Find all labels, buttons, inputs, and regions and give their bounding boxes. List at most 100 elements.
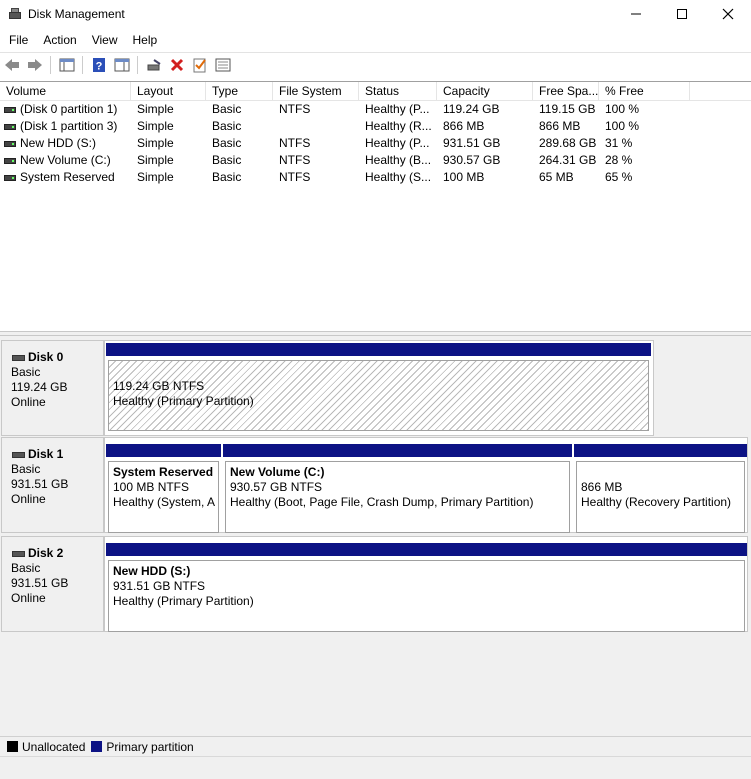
free-space-cell: 264.31 GB [539, 153, 597, 167]
volume-name: New HDD (S:) [20, 136, 97, 150]
free-space-cell: 866 MB [539, 119, 581, 133]
percent-free-cell: 28 % [605, 153, 633, 167]
column-header-capacity[interactable]: Capacity [437, 82, 533, 100]
partition-status: Healthy (Primary Partition) [113, 394, 254, 408]
type-cell: Basic [212, 136, 242, 150]
type-cell: Basic [212, 119, 242, 133]
percent-free-cell: 100 % [605, 102, 640, 116]
help-icon: ? [93, 58, 105, 73]
file-system-cell: NTFS [279, 102, 311, 116]
svg-text:?: ? [96, 61, 103, 73]
capacity-cell: 866 MB [443, 119, 485, 133]
properties-button[interactable] [189, 54, 211, 76]
menu-view[interactable]: View [83, 33, 124, 47]
menu-help[interactable]: Help [124, 33, 164, 47]
column-header-free-space[interactable]: Free Spa... [533, 82, 599, 100]
partition-new-hdd-s[interactable]: New HDD (S:) 931.51 GB NTFS Healthy (Pri… [106, 543, 747, 637]
column-header-file-system[interactable]: File System [273, 82, 359, 100]
partition-name: System Reserved [113, 465, 214, 479]
close-icon [722, 8, 734, 20]
volume-name: (Disk 1 partition 3) [20, 119, 118, 133]
partition-new-volume-c[interactable]: New Volume (C:) 930.57 GB NTFS Healthy (… [223, 444, 572, 538]
capacity-cell: 100 MB [443, 170, 485, 184]
status-cell: Healthy (R... [365, 119, 432, 133]
disk-state: Online [11, 492, 46, 506]
column-header-percent-free[interactable]: % Free [599, 82, 690, 100]
column-header-layout[interactable]: Layout [131, 82, 206, 100]
disk-state: Online [11, 395, 46, 409]
view-button[interactable] [212, 54, 234, 76]
partition-size: 119.24 GB NTFS [113, 379, 205, 393]
forward-arrow-icon [28, 59, 42, 71]
title-bar: Disk Management [0, 0, 751, 28]
capacity-cell: 931.51 GB [443, 136, 501, 150]
disk-type: Basic [11, 561, 41, 575]
partition-recovery[interactable]: 866 MB Healthy (Recovery Partition) [574, 444, 747, 538]
menu-action[interactable]: Action [34, 33, 82, 47]
disk-name: Disk 2 [28, 546, 64, 560]
disk-name: Disk 1 [28, 447, 64, 461]
minimize-icon [631, 13, 641, 15]
menu-bar: File Action View Help [0, 30, 163, 50]
maximize-button[interactable] [659, 0, 705, 28]
help-button[interactable]: ? [88, 54, 110, 76]
partition-status: Healthy (System, A [113, 495, 216, 509]
back-button[interactable] [1, 54, 23, 76]
disk-0-label[interactable]: Disk 0 Basic 119.24 GB Online [1, 340, 104, 436]
disk-wand-icon [147, 59, 161, 71]
minimize-button[interactable] [613, 0, 659, 28]
back-arrow-icon [5, 59, 19, 71]
partition-name: New Volume (C:) [230, 465, 325, 479]
status-cell: Healthy (P... [365, 102, 430, 116]
status-cell: Healthy (P... [365, 136, 430, 150]
disk-type: Basic [11, 365, 41, 379]
percent-free-cell: 31 % [605, 136, 633, 150]
table-row[interactable]: (Disk 1 partition 3) Simple Basic Health… [0, 118, 751, 135]
forward-button[interactable] [24, 54, 46, 76]
primary-partition-bar [223, 444, 572, 457]
partition-status: Healthy (Recovery Partition) [581, 495, 732, 509]
show-hide-action-pane-button[interactable] [111, 54, 133, 76]
checklist-icon [193, 58, 206, 73]
close-button[interactable] [705, 0, 751, 28]
percent-free-cell: 100 % [605, 119, 640, 133]
disk-2-label[interactable]: Disk 2 Basic 931.51 GB Online [1, 536, 104, 632]
partition-system-reserved[interactable]: System Reserved 100 MB NTFS Healthy (Sys… [106, 444, 221, 538]
connect-virtual-disk-button[interactable] [143, 54, 165, 76]
capacity-cell: 119.24 GB [443, 102, 500, 116]
type-cell: Basic [212, 170, 242, 184]
delete-x-icon [170, 58, 184, 72]
legend: Unallocated Primary partition [0, 736, 751, 756]
column-header-type[interactable]: Type [206, 82, 273, 100]
column-header-volume[interactable]: Volume [0, 82, 131, 100]
table-row[interactable]: New Volume (C:) Simple Basic NTFS Health… [0, 152, 751, 169]
table-row[interactable]: (Disk 0 partition 1) Simple Basic NTFS H… [0, 101, 751, 118]
partition-status: Healthy (Boot, Page File, Crash Dump, Pr… [230, 495, 534, 509]
free-space-cell: 119.15 GB [539, 102, 596, 116]
status-bar [0, 756, 751, 779]
status-cell: Healthy (B... [365, 153, 432, 167]
file-system-cell: NTFS [279, 170, 311, 184]
primary-partition-bar [574, 444, 747, 457]
table-row[interactable]: New HDD (S:) Simple Basic NTFS Healthy (… [0, 135, 751, 152]
console-tree-icon [59, 58, 75, 72]
partition-size: 931.51 GB NTFS [113, 579, 206, 593]
percent-free-cell: 65 % [605, 170, 633, 184]
disk-map: Disk 0 Basic 119.24 GB Online 119.24 GB … [0, 336, 751, 736]
disk-size: 931.51 GB [11, 477, 69, 491]
menu-file[interactable]: File [0, 33, 34, 47]
layout-cell: Simple [137, 119, 174, 133]
partition-disk0-1[interactable]: 119.24 GB NTFS Healthy (Primary Partitio… [106, 343, 651, 437]
volume-name: (Disk 0 partition 1) [20, 102, 118, 116]
disk-icon [12, 451, 25, 458]
layout-cell: Simple [137, 170, 174, 184]
delete-button[interactable] [166, 54, 188, 76]
window-title: Disk Management [28, 7, 125, 21]
column-header-status[interactable]: Status [359, 82, 437, 100]
volume-icon [4, 123, 16, 130]
table-row[interactable]: System Reserved Simple Basic NTFS Health… [0, 169, 751, 186]
legend-unallocated: Unallocated [22, 739, 86, 754]
show-hide-console-tree-button[interactable] [56, 54, 78, 76]
disk-1-label[interactable]: Disk 1 Basic 931.51 GB Online [1, 437, 104, 533]
type-cell: Basic [212, 102, 242, 116]
